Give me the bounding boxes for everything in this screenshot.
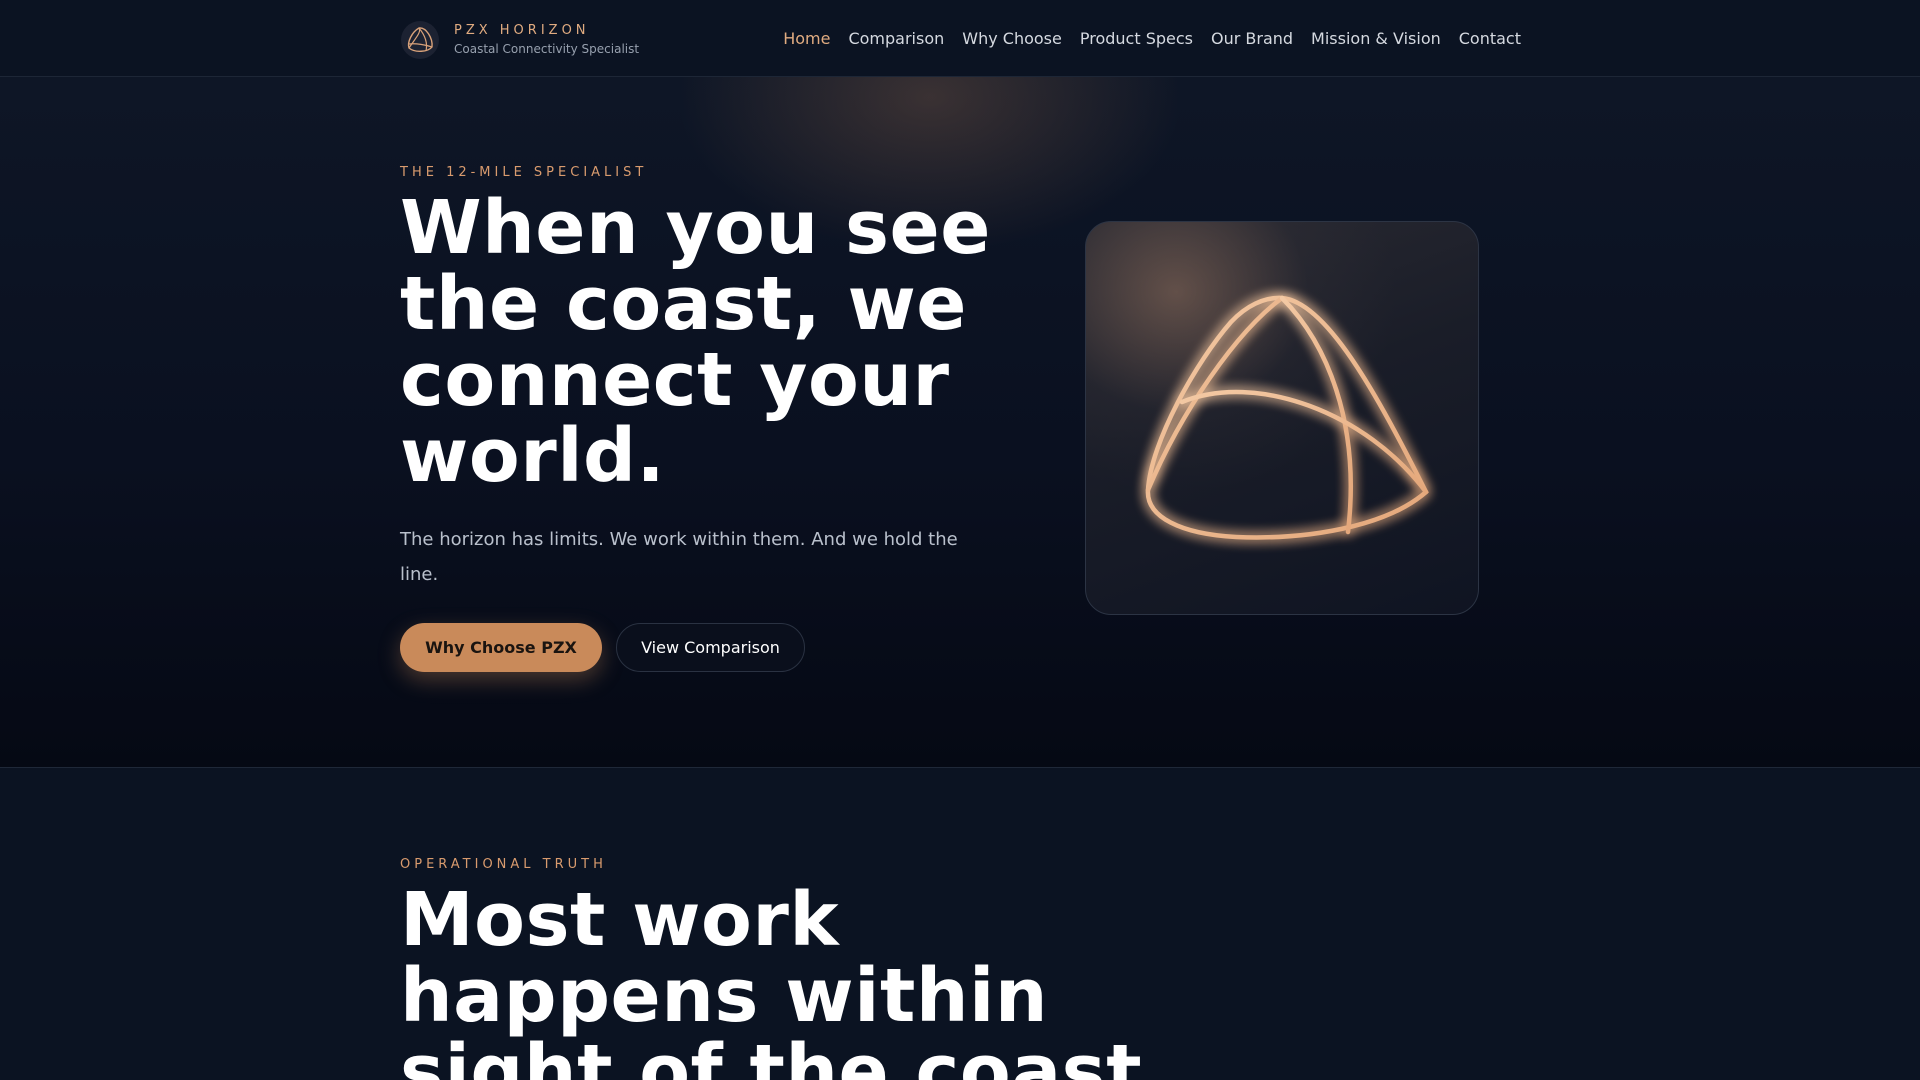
why-choose-button[interactable]: Why Choose PZX xyxy=(400,623,602,672)
nav-comparison[interactable]: Comparison xyxy=(848,27,944,51)
brand-tagline: Coastal Connectivity Specialist xyxy=(454,42,640,56)
hero-emblem-card xyxy=(1085,221,1479,615)
nav-our-brand[interactable]: Our Brand xyxy=(1211,27,1293,51)
section2-title: Most work happens within sight of the co… xyxy=(400,877,1171,1080)
brand-name: PZX HORIZON xyxy=(454,23,590,38)
nav-home[interactable]: Home xyxy=(783,27,830,51)
brand[interactable]: PZX HORIZON Coastal Connectivity Special… xyxy=(400,20,639,60)
hero-section: THE 12-MILE SPECIALIST When you see the … xyxy=(0,77,1920,768)
main-nav: Home Comparison Why Choose Product Specs… xyxy=(783,27,1521,51)
operational-truth-section: OPERATIONAL TRUTH Most work happens with… xyxy=(0,769,1920,1080)
nav-why-choose[interactable]: Why Choose xyxy=(962,27,1062,51)
nav-product-specs[interactable]: Product Specs xyxy=(1080,27,1193,51)
hero-title: When you see the coast, we connect your … xyxy=(400,185,991,499)
tri-orbit-emblem-icon xyxy=(1145,295,1429,540)
hero-subtitle: The horizon has limits. We work within t… xyxy=(400,529,958,585)
site-header: PZX HORIZON Coastal Connectivity Special… xyxy=(0,0,1920,77)
nav-contact[interactable]: Contact xyxy=(1459,27,1521,51)
tri-orbit-logo-icon xyxy=(401,21,439,59)
nav-mission-vision[interactable]: Mission & Vision xyxy=(1311,27,1441,51)
hero-eyebrow: THE 12-MILE SPECIALIST xyxy=(400,165,648,180)
section2-eyebrow: OPERATIONAL TRUTH xyxy=(400,857,607,872)
view-comparison-button[interactable]: View Comparison xyxy=(616,623,805,672)
